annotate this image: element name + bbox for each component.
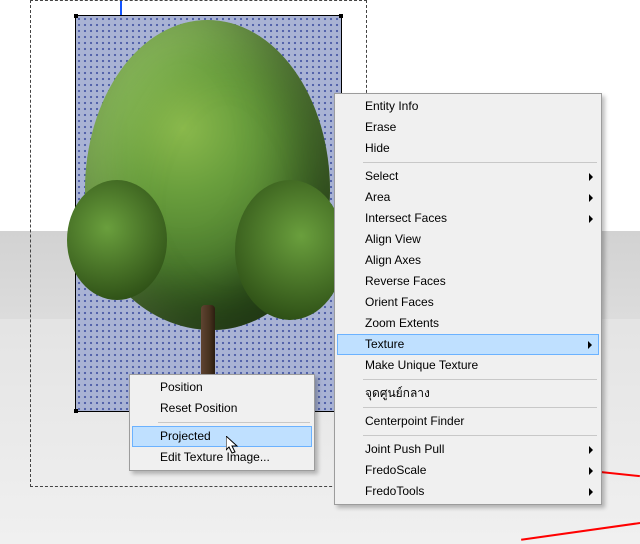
menu-item-reverse-faces[interactable]: Reverse Faces bbox=[337, 271, 599, 292]
submenu-arrow-icon bbox=[588, 341, 592, 349]
face-corner bbox=[339, 14, 343, 18]
menu-label: Joint Push Pull bbox=[365, 442, 444, 456]
submenu-arrow-icon bbox=[589, 173, 593, 181]
menu-item-entity-info[interactable]: Entity Info bbox=[337, 96, 599, 117]
menu-item-orient-faces[interactable]: Orient Faces bbox=[337, 292, 599, 313]
menu-item-hide[interactable]: Hide bbox=[337, 138, 599, 159]
axis-red bbox=[521, 522, 640, 541]
submenu-arrow-icon bbox=[589, 446, 593, 454]
menu-item-projected[interactable]: Projected bbox=[132, 426, 312, 447]
menu-item-texture[interactable]: Texture bbox=[337, 334, 599, 355]
face-corner bbox=[74, 409, 78, 413]
face-corner bbox=[74, 14, 78, 18]
tree-crown bbox=[85, 20, 330, 330]
menu-item-thai-center[interactable]: จุดศูนย์กลาง bbox=[337, 383, 599, 404]
menu-label: Area bbox=[365, 190, 390, 204]
context-menu: Entity Info Erase Hide Select Area Inter… bbox=[334, 93, 602, 505]
submenu-arrow-icon bbox=[589, 467, 593, 475]
menu-separator bbox=[158, 422, 310, 423]
menu-label: Select bbox=[365, 169, 398, 183]
menu-item-joint-push-pull[interactable]: Joint Push Pull bbox=[337, 439, 599, 460]
menu-item-edit-texture-image[interactable]: Edit Texture Image... bbox=[132, 447, 312, 468]
menu-item-intersect-faces[interactable]: Intersect Faces bbox=[337, 208, 599, 229]
menu-item-reset-position[interactable]: Reset Position bbox=[132, 398, 312, 419]
menu-item-zoom-extents[interactable]: Zoom Extents bbox=[337, 313, 599, 334]
menu-separator bbox=[363, 162, 597, 163]
menu-separator bbox=[363, 435, 597, 436]
tree-texture bbox=[85, 20, 330, 420]
menu-label: FredoTools bbox=[365, 484, 424, 498]
menu-label: FredoScale bbox=[365, 463, 426, 477]
menu-item-position[interactable]: Position bbox=[132, 377, 312, 398]
submenu-arrow-icon bbox=[589, 215, 593, 223]
submenu-arrow-icon bbox=[589, 488, 593, 496]
menu-separator bbox=[363, 407, 597, 408]
menu-item-align-axes[interactable]: Align Axes bbox=[337, 250, 599, 271]
menu-item-fredo-scale[interactable]: FredoScale bbox=[337, 460, 599, 481]
menu-item-select[interactable]: Select bbox=[337, 166, 599, 187]
menu-item-erase[interactable]: Erase bbox=[337, 117, 599, 138]
menu-label: Texture bbox=[365, 337, 404, 351]
menu-item-align-view[interactable]: Align View bbox=[337, 229, 599, 250]
menu-item-fredo-tools[interactable]: FredoTools bbox=[337, 481, 599, 502]
menu-item-area[interactable]: Area bbox=[337, 187, 599, 208]
submenu-arrow-icon bbox=[589, 194, 593, 202]
menu-separator bbox=[363, 379, 597, 380]
menu-label: Intersect Faces bbox=[365, 211, 447, 225]
texture-submenu: Position Reset Position Projected Edit T… bbox=[129, 374, 315, 471]
menu-item-centerpoint-finder[interactable]: Centerpoint Finder bbox=[337, 411, 599, 432]
menu-item-make-unique-texture[interactable]: Make Unique Texture bbox=[337, 355, 599, 376]
